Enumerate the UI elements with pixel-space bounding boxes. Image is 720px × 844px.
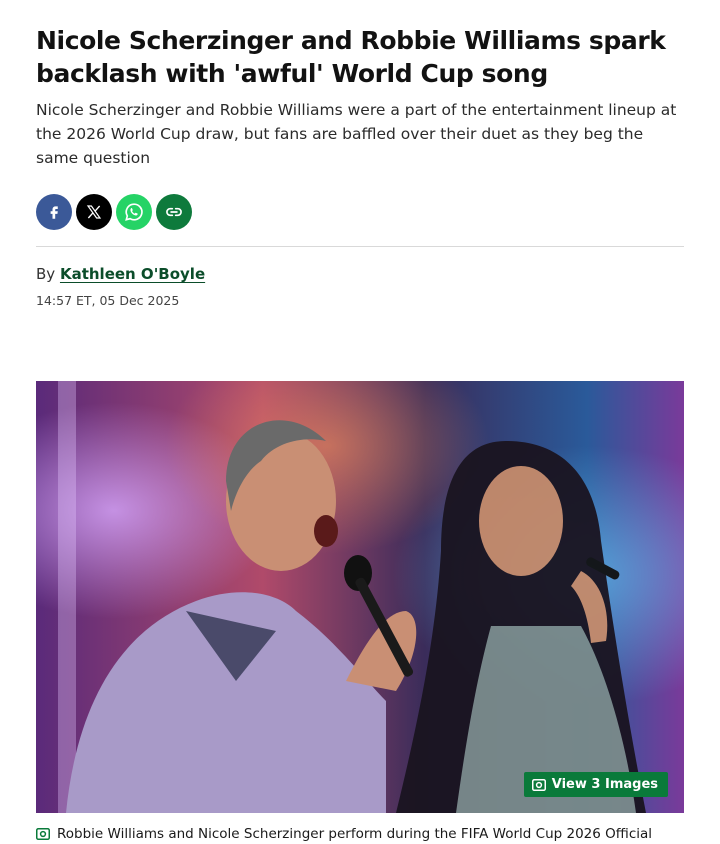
byline: By Kathleen O'Boyle [36, 265, 684, 283]
share-whatsapp-button[interactable] [116, 194, 152, 230]
share-bar [36, 194, 684, 230]
article: Nicole Scherzinger and Robbie Williams s… [0, 0, 720, 308]
article-headline: Nicole Scherzinger and Robbie Williams s… [36, 26, 666, 88]
view-images-label: View 3 Images [551, 777, 658, 792]
x-icon [86, 205, 102, 219]
caption-text: Robbie Williams and Nicole Scherzinger p… [57, 826, 653, 842]
camera-icon [531, 778, 546, 791]
view-images-button[interactable]: View 3 Images [523, 772, 668, 797]
share-x-button[interactable] [76, 194, 112, 230]
share-facebook-button[interactable] [36, 194, 72, 230]
byline-prefix: By [36, 265, 56, 283]
facebook-icon [50, 206, 58, 219]
author-link[interactable]: Kathleen O'Boyle [60, 265, 205, 283]
divider [36, 246, 684, 247]
hero-image[interactable]: View 3 Images [36, 381, 684, 813]
share-link-button[interactable] [156, 194, 192, 230]
link-icon [166, 207, 182, 217]
article-standfirst: Nicole Scherzinger and Robbie Williams w… [36, 101, 677, 167]
publish-timestamp: 14:57 ET, 05 Dec 2025 [36, 293, 180, 308]
image-caption: Robbie Williams and Nicole Scherzinger p… [36, 826, 652, 842]
whatsapp-icon [125, 203, 143, 221]
camera-icon [36, 828, 50, 840]
hero-photo [36, 381, 684, 813]
